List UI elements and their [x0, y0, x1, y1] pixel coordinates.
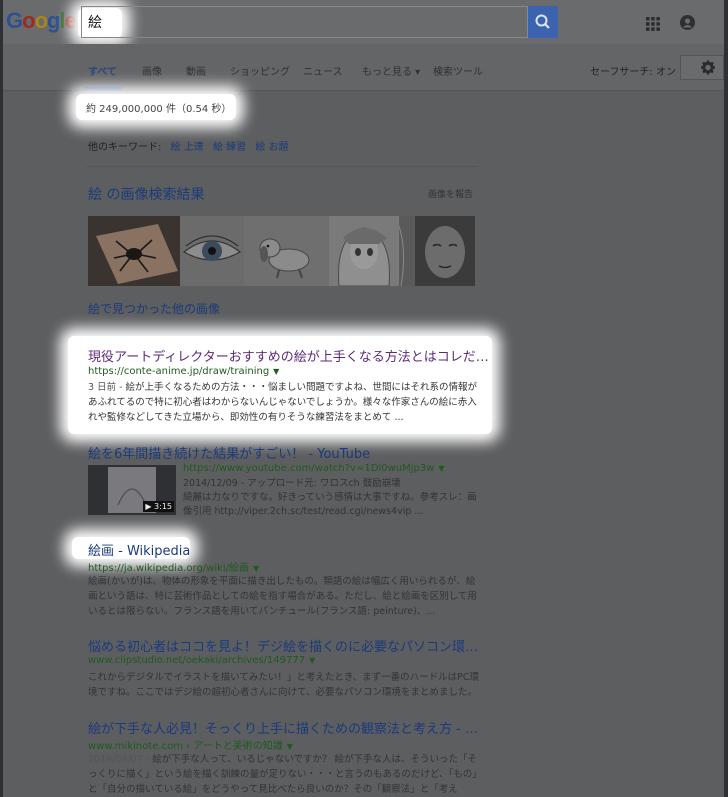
result-2-meta: 2014/12/09 - アップロード元: ワロスch 鼓励崩壊 綺麗は力なりで… — [183, 477, 483, 519]
result-5-snippet: 2016/09/07 - 絵が下手な人って、いるじゃないですか？ 絵が下手な人は… — [88, 752, 480, 794]
gear-icon — [701, 60, 715, 75]
result-5-url[interactable]: www.mikinote.com › アートと美術の知識 ▼ — [88, 737, 293, 752]
search-box[interactable] — [81, 6, 528, 38]
image-thumb-anime-girl[interactable] — [329, 216, 399, 286]
search-icon — [535, 14, 550, 29]
window-border-left — [0, 0, 3, 797]
result-5-date: 2016/09/07 - — [88, 754, 150, 765]
related-keyword-2[interactable]: 絵 練習 — [213, 142, 246, 153]
result-1-snippet: 3 日前 - 絵が上手くなるための方法・・・悩ましい問題ですよね、世間にはそれ系… — [88, 380, 480, 425]
divider — [86, 166, 478, 167]
more-images-link[interactable]: 絵で見つかった他の画像 — [88, 300, 220, 317]
report-images-link[interactable]: 画像を報告 — [428, 187, 473, 200]
result-1-date: 3 日前 - — [88, 382, 123, 393]
image-thumb-face[interactable] — [415, 216, 475, 286]
image-results-title[interactable]: 絵 の画像検索結果 — [88, 184, 204, 204]
result-4-url[interactable]: www.clipstudio.net/oekaki/archives/14977… — [88, 655, 315, 666]
settings-button[interactable] — [680, 55, 724, 80]
tab-all[interactable]: すべて — [88, 63, 117, 78]
account-icon[interactable] — [680, 15, 695, 30]
apps-grid-icon[interactable] — [646, 16, 660, 31]
tab-search-tools[interactable]: 検索ツール — [433, 63, 483, 78]
result-4-url-text: www.clipstudio.net/oekaki/archives/14977… — [88, 655, 306, 666]
image-thumb-spider[interactable] — [88, 216, 180, 286]
result-2-snippet: 綺麗は力なりですな。好きっていう感情は大事ですね。参考スレ：画像引用 http:… — [183, 492, 477, 517]
url-dropdown-icon[interactable]: ▼ — [287, 742, 293, 751]
result-4-snippet: これからデジタルでイラストを描いてみたい！」と考えたとき、まず一番のハードルはP… — [88, 672, 480, 698]
image-thumb-eye[interactable] — [180, 216, 244, 286]
result-1-url-text: https://conte-anime.jp/draw/training — [88, 366, 270, 377]
result-stats: 約 249,000,000 件（0.54 秒） — [86, 104, 232, 115]
result-3-url[interactable]: https://ja.wikipedia.org/wiki/絵画 ▼ — [88, 559, 259, 574]
search-button[interactable] — [528, 6, 558, 38]
safesearch-toggle[interactable]: セーフサーチ: オン — [590, 63, 676, 78]
result-2-url[interactable]: https://www.youtube.com/watch?v=1Dl0wuMj… — [183, 463, 445, 474]
result-1-title[interactable]: 現役アートディレクターおすすめの絵が上手くなる方法とはコレだ… — [88, 346, 489, 365]
window-border-right — [724, 0, 728, 797]
url-dropdown-icon[interactable]: ▼ — [273, 367, 279, 376]
search-input[interactable] — [82, 7, 527, 37]
google-logo[interactable]: Google — [6, 8, 77, 34]
tab-videos[interactable]: 動画 — [186, 63, 206, 78]
video-duration: ▶ 3:15 — [143, 501, 174, 512]
image-thumb-partial[interactable] — [399, 216, 415, 286]
related-keyword-1[interactable]: 絵 上達 — [171, 142, 204, 153]
related-keywords: 他のキーワード: 絵 上達 絵 練習 絵 お題 — [88, 138, 289, 153]
result-2-url-text: https://www.youtube.com/watch?v=1Dl0wuMj… — [183, 463, 435, 474]
result-1-text: 絵が上手くなるための方法・・・悩ましい問題ですよね、世間にはそれ系の情報があふれ… — [88, 382, 478, 423]
result-3-url-text: https://ja.wikipedia.org/wiki/絵画 — [88, 563, 250, 574]
url-dropdown-icon[interactable]: ▼ — [438, 464, 444, 473]
active-tab-indicator — [84, 87, 122, 90]
url-dropdown-icon[interactable]: ▼ — [253, 564, 259, 573]
video-thumbnail[interactable]: ▶ 3:15 — [88, 465, 176, 515]
tab-more[interactable]: もっと見る ▾ — [362, 63, 420, 78]
result-3-snippet: 絵画(かいが)は、物体の形象を平面に描き出したもの。類語の絵は幅広く用いられるが… — [88, 576, 477, 617]
tab-news[interactable]: ニュース — [303, 63, 343, 78]
play-icon: ▶ — [145, 502, 155, 511]
result-2-date-line: 2014/12/09 - アップロード元: ワロスch 鼓励崩壊 — [183, 478, 401, 489]
result-1-url[interactable]: https://conte-anime.jp/draw/training ▼ — [88, 366, 279, 377]
result-4-title[interactable]: 悩める初心者はココを見よ！デジ絵を描くのに必要なパソコン環… — [88, 636, 478, 655]
related-label: 他のキーワード: — [88, 142, 162, 153]
tab-images[interactable]: 画像 — [142, 63, 162, 78]
image-thumb-dog[interactable] — [244, 216, 329, 286]
result-3-title[interactable]: 絵画 - Wikipedia — [88, 540, 190, 559]
result-5-title[interactable]: 絵が下手な人必見！そっくり上手に描くための観察法と考え方 - … — [88, 718, 478, 737]
result-5-url-text: www.mikinote.com › アートと美術の知識 — [88, 741, 283, 752]
related-keyword-3[interactable]: 絵 お題 — [255, 142, 288, 153]
result-2-title[interactable]: 絵を6年間描き続けた結果がすごい！ - YouTube — [88, 443, 370, 462]
video-duration-text: 3:15 — [154, 502, 172, 511]
tab-shopping[interactable]: ショッピング — [230, 63, 290, 78]
url-dropdown-icon[interactable]: ▼ — [309, 656, 315, 665]
